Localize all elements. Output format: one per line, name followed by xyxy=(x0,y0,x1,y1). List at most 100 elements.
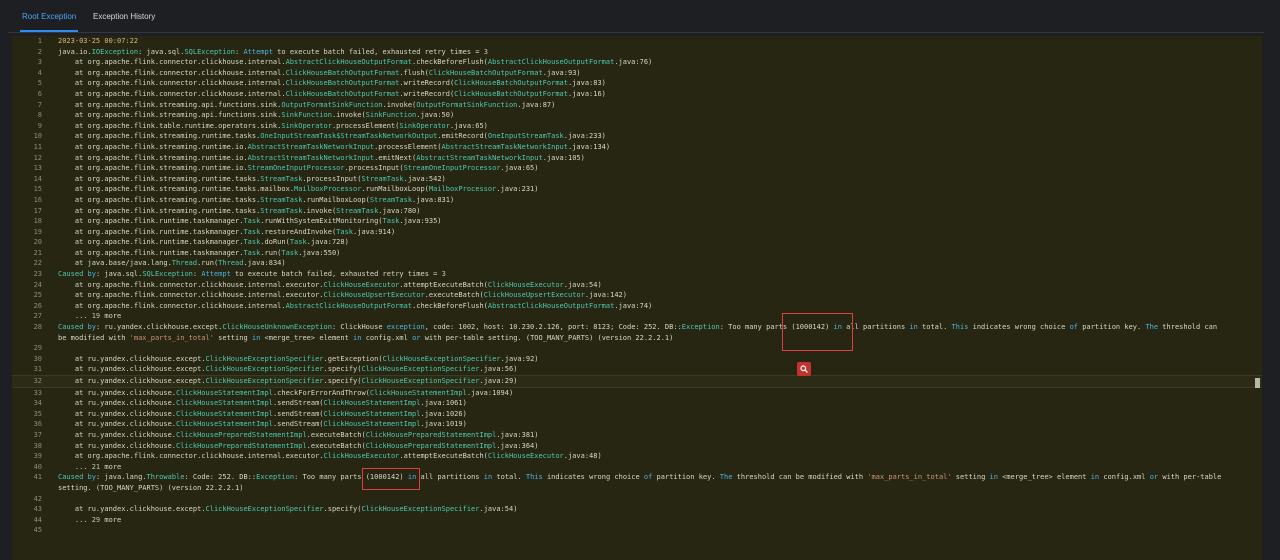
token: SQLException xyxy=(184,47,236,56)
line-number: 34 xyxy=(33,399,42,408)
token: in xyxy=(833,323,842,332)
token: .java:381) xyxy=(496,430,539,439)
code-line: 17 at org.apache.flink.streaming.runtime… xyxy=(12,206,1262,217)
token: at org.apache.flink.connector.clickhouse… xyxy=(58,89,286,98)
token: SinkOperator xyxy=(399,121,450,130)
token: setting xyxy=(213,333,252,342)
line-number: 43 xyxy=(33,505,42,514)
line-text: at org.apache.flink.connector.clickhouse… xyxy=(58,89,606,100)
token: .java:542) xyxy=(403,174,446,183)
token: total. xyxy=(492,473,526,482)
token: .specify( xyxy=(323,505,362,514)
token: .checkForErrorAndThrow( xyxy=(272,388,370,397)
token: .java:1061) xyxy=(420,399,467,408)
line-text: at org.apache.flink.streaming.runtime.ta… xyxy=(58,174,446,185)
token: at org.apache.flink.streaming.runtime.ta… xyxy=(58,132,261,141)
token: : java.lang. xyxy=(95,473,147,482)
token: or xyxy=(1149,473,1159,482)
line-number: 6 xyxy=(37,89,42,98)
token: StreamTask xyxy=(260,195,303,204)
token: threshold can be modified with xyxy=(732,473,868,482)
search-badge[interactable] xyxy=(797,362,811,376)
token: ClickHousePreparedStatementImpl xyxy=(365,441,497,450)
tab-root-exception[interactable]: Root Exception xyxy=(20,10,79,32)
token: .executeBatch( xyxy=(424,291,484,300)
token: ClickHouseExecutor xyxy=(487,452,564,461)
token: in xyxy=(989,473,998,482)
token: AbstractClickHouseOutputFormat xyxy=(285,301,413,310)
line-number: 21 xyxy=(33,248,42,257)
token: .java:87) xyxy=(517,100,556,109)
token: OutputFormatSinkFunction xyxy=(281,100,383,109)
code-line: 6 at org.apache.flink.connector.clickhou… xyxy=(12,89,1262,100)
token: 3 xyxy=(441,270,446,279)
code-line: 18 at org.apache.flink.runtime.taskmanag… xyxy=(12,216,1262,227)
token: .java:935) xyxy=(399,217,442,226)
token: with per-table setting. (TOO_MANY_PARTS)… xyxy=(420,333,674,342)
token: .specify( xyxy=(323,365,362,374)
token: at org.apache.flink.streaming.runtime.ta… xyxy=(58,185,295,194)
code-lines: 1 2023-03-25 00:07:22 2 java.io.IOException… xyxy=(12,36,1262,536)
code-line: 40 ... 21 more xyxy=(12,462,1262,473)
token: at org.apache.flink.runtime.taskmanager. xyxy=(58,227,244,236)
token: .flush( xyxy=(399,68,429,77)
code-line: 36 at ru.yandex.clickhouse.ClickHouseSta… xyxy=(12,419,1262,430)
token: at ru.yandex.clickhouse. xyxy=(58,399,177,408)
token: by xyxy=(87,473,96,482)
token: at org.apache.flink.runtime.taskmanager. xyxy=(58,248,244,257)
line-text: at ru.yandex.clickhouse.except.ClickHous… xyxy=(58,364,518,375)
token: ClickHouseExecutor xyxy=(323,280,400,289)
token: : java.sql. xyxy=(138,47,185,56)
token: .java:1026) xyxy=(420,409,467,418)
token: .run( xyxy=(197,259,219,268)
exception-log-viewer[interactable]: 1 2023-03-25 00:07:22 2 java.io.IOException… xyxy=(12,36,1262,560)
line-text: be modified with 'max_parts_in_total' se… xyxy=(58,333,673,344)
line-text: at org.apache.flink.streaming.runtime.ta… xyxy=(58,184,539,195)
token: .attemptExecuteBatch( xyxy=(399,280,488,289)
line-number: 22 xyxy=(33,259,42,268)
token: .invoke( xyxy=(331,111,366,120)
token: StreamTask xyxy=(369,195,413,204)
token: ... xyxy=(58,462,92,471)
token: partition key. xyxy=(652,473,720,482)
token: ClickHouseBatchOutputFormat xyxy=(454,79,568,88)
token: partition key. xyxy=(1078,323,1146,332)
token: .runMailboxLoop( xyxy=(302,195,370,204)
token: ... xyxy=(58,312,92,321)
code-line: 26 at org.apache.flink.connector.clickho… xyxy=(12,301,1262,312)
token: 3 xyxy=(483,47,488,56)
line-number: 23 xyxy=(33,270,42,279)
line-number: 29 xyxy=(33,344,42,353)
token: .checkBeforeFlush( xyxy=(412,301,488,310)
token: to execute batch failed, exhausted retry… xyxy=(272,47,484,56)
line-text: at org.apache.flink.streaming.runtime.ta… xyxy=(58,195,454,206)
token: ClickHouseUnknownException xyxy=(222,323,332,332)
code-line: 41 Caused by: java.lang.Throwable: Code: … xyxy=(12,472,1262,483)
token: Exception xyxy=(681,323,720,332)
tab-exception-history[interactable]: Exception History xyxy=(91,10,157,32)
line-text: setting. (TOO_MANY_PARTS) (version 22.2.… xyxy=(58,483,243,494)
token: ClickHouseExecutor xyxy=(323,452,400,461)
code-line: 35 at ru.yandex.clickhouse.ClickHouseSta… xyxy=(12,409,1262,420)
token: : java.sql. xyxy=(95,270,143,279)
token: .writeRecord( xyxy=(399,89,455,98)
token: .java:142) xyxy=(584,291,627,300)
token: .java:83) xyxy=(567,79,606,88)
token: ClickHouseUpsertExecutor xyxy=(483,291,585,300)
code-line: 31 at ru.yandex.clickhouse.except.ClickH… xyxy=(12,364,1262,375)
code-line: be modified with 'max_parts_in_total' se… xyxy=(12,333,1262,344)
token: at java.base/java.lang. xyxy=(58,259,172,268)
token: .java:834) xyxy=(243,259,286,268)
token: .java:50) xyxy=(416,111,455,120)
token: at org.apache.flink.streaming.runtime.ta… xyxy=(58,206,261,215)
line-number: 30 xyxy=(33,354,42,363)
token: AbstractStreamTaskNetworkInput xyxy=(416,153,543,162)
scrollbar-thumb[interactable] xyxy=(1255,378,1260,388)
token: Caused xyxy=(58,270,84,279)
token: The xyxy=(1145,323,1159,332)
line-number: 15 xyxy=(33,185,42,194)
token: : Too many parts (1000142) xyxy=(719,323,834,332)
line-text: at org.apache.flink.streaming.runtime.ta… xyxy=(58,131,606,142)
line-text: 2023-03-25 00:07:22 xyxy=(58,36,138,47)
token: : Too many parts (1000142) xyxy=(294,473,408,482)
